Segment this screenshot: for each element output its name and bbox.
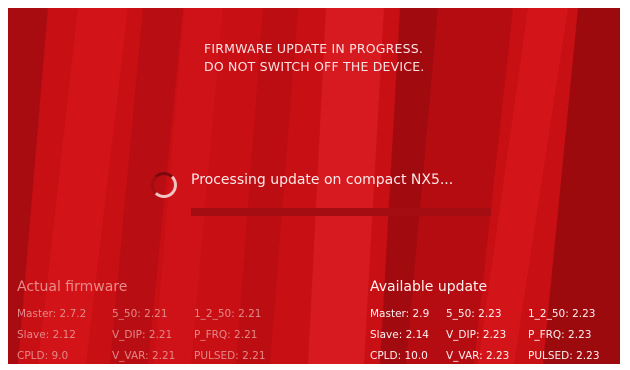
available-v-var-version: V_VAR: 2.23 [446, 350, 510, 362]
actual-v-dip-version: V_DIP: 2.21 [112, 329, 173, 341]
actual-v-var-version: V_VAR: 2.21 [112, 350, 176, 362]
progress-bar [191, 208, 491, 216]
available-master-version: Master: 2.9 [370, 308, 430, 320]
warning-message: FIRMWARE UPDATE IN PROGRESS. DO NOT SWIT… [204, 40, 504, 76]
warning-line-2: DO NOT SWITCH OFF THE DEVICE. [204, 59, 425, 74]
actual-1-2-50-version: 1_2_50: 2.21 [194, 308, 262, 320]
loading-spinner-icon [151, 172, 177, 198]
actual-cpld-version: CPLD: 9.0 [17, 350, 69, 362]
actual-master-version: Master: 2.7.2 [17, 308, 87, 320]
actual-firmware-title: Actual firmware [17, 279, 128, 295]
available-5-50-version: 5_50: 2.23 [446, 308, 502, 320]
available-p-frq-version: P_FRQ: 2.23 [528, 329, 592, 341]
available-pulsed-version: PULSED: 2.23 [528, 350, 600, 362]
actual-pulsed-version: PULSED: 2.21 [194, 350, 266, 362]
actual-p-frq-version: P_FRQ: 2.21 [194, 329, 258, 341]
available-cpld-version: CPLD: 10.0 [370, 350, 428, 362]
update-screen: FIRMWARE UPDATE IN PROGRESS. DO NOT SWIT… [8, 8, 620, 364]
available-v-dip-version: V_DIP: 2.23 [446, 329, 507, 341]
available-1-2-50-version: 1_2_50: 2.23 [528, 308, 596, 320]
status-text: Processing update on compact NX5... [191, 172, 454, 188]
warning-line-1: FIRMWARE UPDATE IN PROGRESS. [204, 41, 424, 56]
actual-5-50-version: 5_50: 2.21 [112, 308, 168, 320]
available-update-title: Available update [370, 279, 488, 295]
actual-slave-version: Slave: 2.12 [17, 329, 76, 341]
available-slave-version: Slave: 2.14 [370, 329, 429, 341]
